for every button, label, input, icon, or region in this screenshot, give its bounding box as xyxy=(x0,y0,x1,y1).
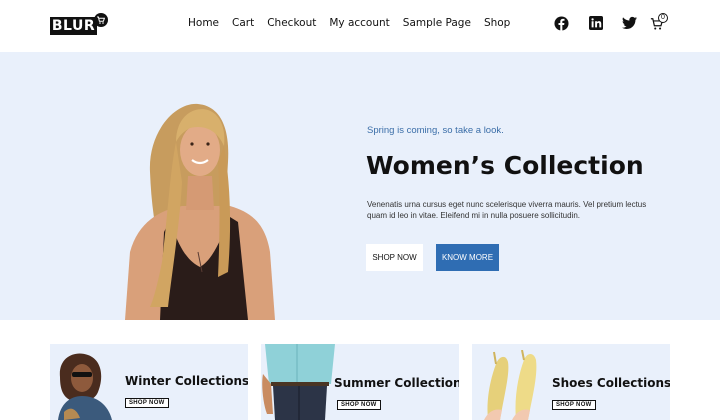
nav-home[interactable]: Home xyxy=(188,17,219,33)
hero-title: Women’s Collection xyxy=(366,151,644,180)
shoes-collection-image xyxy=(484,350,537,420)
shop-now-button[interactable]: SHOP NOW xyxy=(366,244,423,271)
site-logo[interactable]: BLUR xyxy=(50,13,110,37)
shoes-collection-title: Shoes Collections xyxy=(552,376,670,390)
hero-model-image xyxy=(120,102,280,320)
hero-description: Venenatis urna cursus eget nunc sceleris… xyxy=(367,200,647,220)
winter-shop-now-button[interactable]: SHOP NOW xyxy=(125,398,169,408)
nav-cart[interactable]: Cart xyxy=(232,17,254,33)
site-header: BLUR Home Cart Checkout My account Sampl… xyxy=(0,0,720,52)
logo-text: BLUR xyxy=(50,17,97,35)
winter-collection-image xyxy=(58,353,112,420)
hero-banner: Spring is coming, so take a look. Women’… xyxy=(0,52,720,320)
summer-collection-image xyxy=(262,344,335,420)
cart-count-badge: 0 xyxy=(658,13,668,23)
summer-collection-title: Summer Collections xyxy=(334,376,459,390)
nav-shop[interactable]: Shop xyxy=(484,17,510,33)
linkedin-icon[interactable] xyxy=(589,16,605,32)
main-nav: Home Cart Checkout My account Sample Pag… xyxy=(188,17,523,33)
facebook-icon[interactable] xyxy=(554,16,570,32)
nav-checkout[interactable]: Checkout xyxy=(267,17,316,33)
nav-my-account[interactable]: My account xyxy=(329,17,389,33)
summer-shop-now-button[interactable]: SHOP NOW xyxy=(337,400,381,410)
hero-subtitle: Spring is coming, so take a look. xyxy=(367,125,504,136)
logo-cart-icon xyxy=(94,13,108,27)
winter-collection-card[interactable]: Winter Collections SHOP NOW xyxy=(50,344,248,420)
shoes-shop-now-button[interactable]: SHOP NOW xyxy=(552,400,596,410)
summer-collection-card[interactable]: Summer Collections SHOP NOW xyxy=(261,344,459,420)
nav-sample-page[interactable]: Sample Page xyxy=(403,17,471,33)
winter-collection-title: Winter Collections xyxy=(125,374,248,388)
twitter-icon[interactable] xyxy=(622,16,638,32)
shoes-collection-card[interactable]: Shoes Collections SHOP NOW xyxy=(472,344,670,420)
know-more-button[interactable]: KNOW MORE xyxy=(436,244,499,271)
